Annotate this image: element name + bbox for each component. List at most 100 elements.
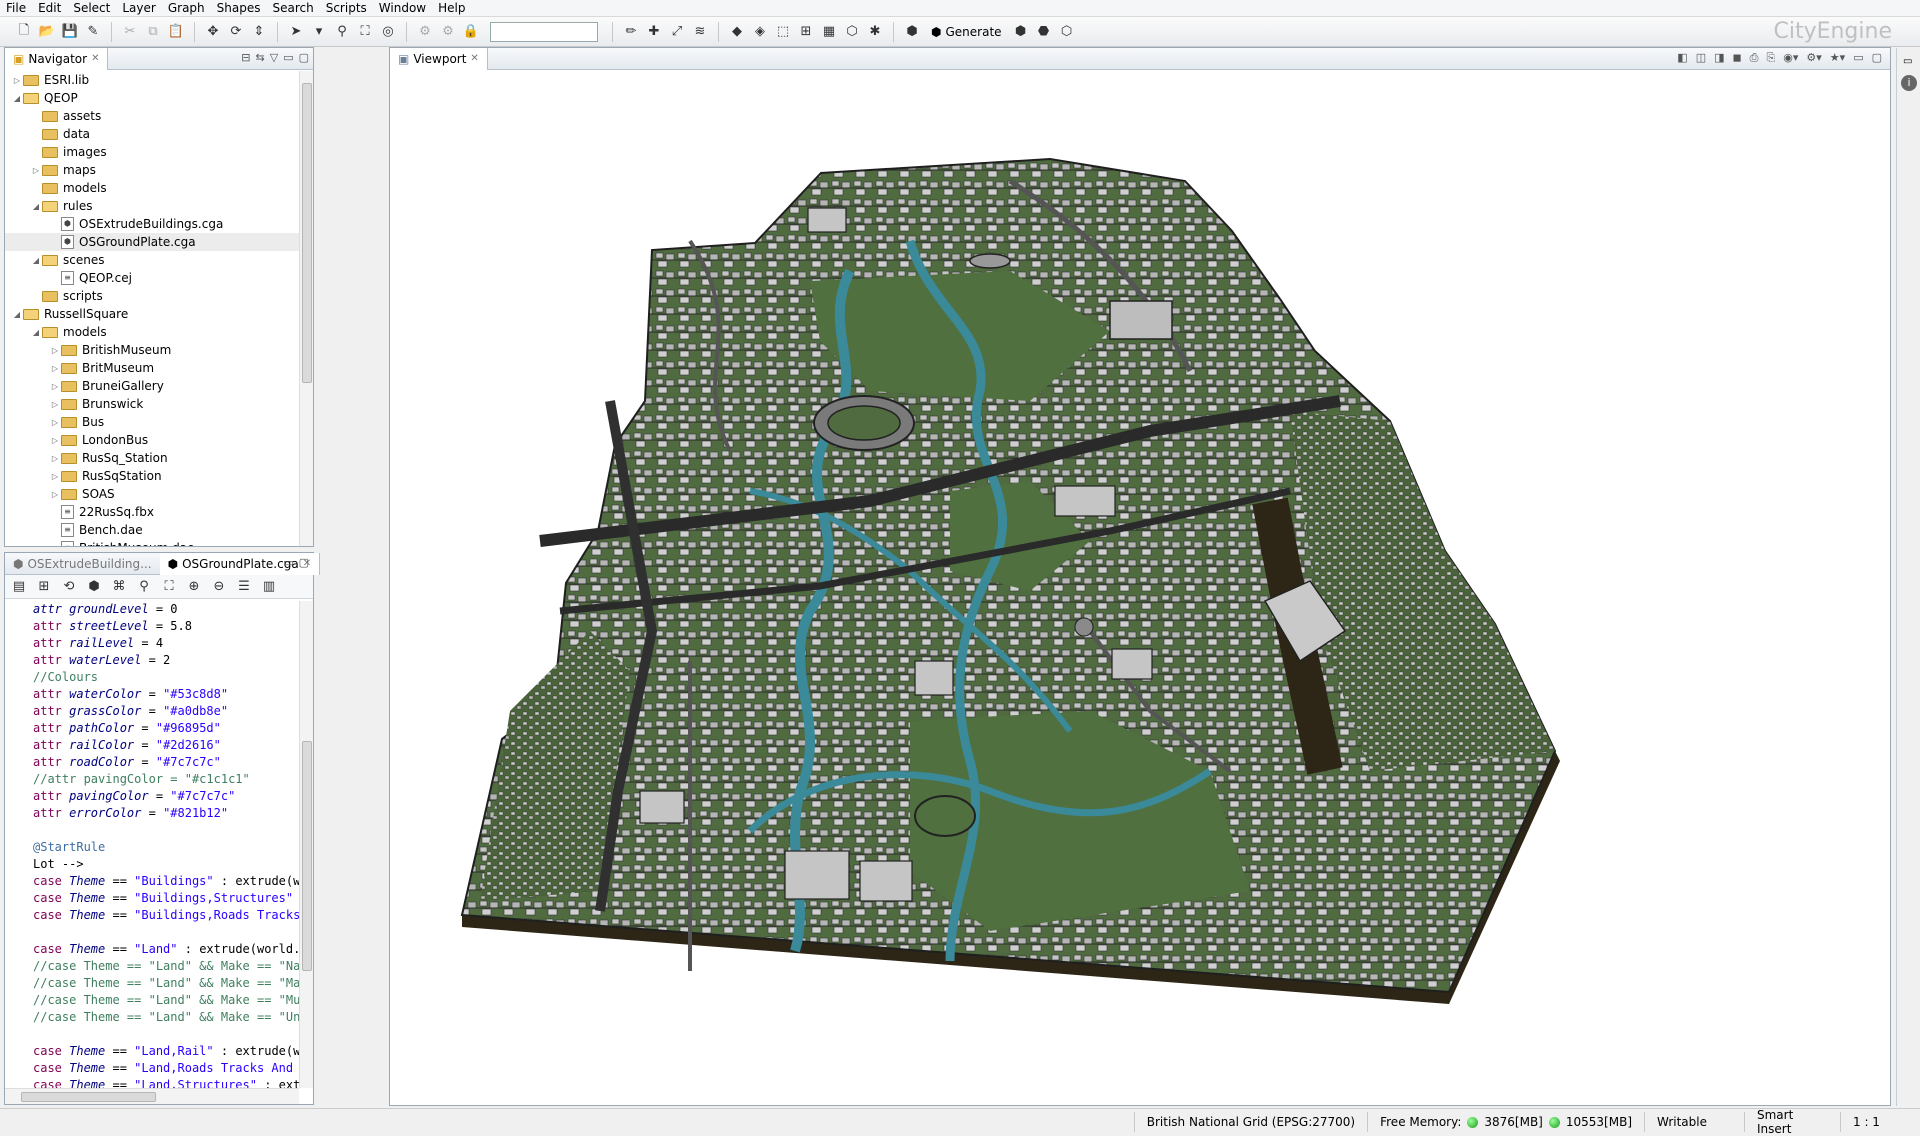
- zoom-in-icon[interactable]: ⊕: [184, 577, 204, 597]
- tree-item[interactable]: ▷ Bus: [5, 413, 299, 431]
- scale-icon[interactable]: ⇕: [249, 22, 269, 42]
- tree-item[interactable]: ▷ BruneiGallery: [5, 377, 299, 395]
- target-icon[interactable]: ◎: [378, 22, 398, 42]
- camera-icon[interactable]: ⎙: [1750, 51, 1759, 65]
- collapsed-arrow-icon[interactable]: ▷: [49, 418, 61, 427]
- tree-item[interactable]: ≡ 22RusSq.fbx: [5, 503, 299, 521]
- maximize-icon[interactable]: ▢: [299, 51, 309, 64]
- tree-item[interactable]: data: [5, 125, 299, 143]
- street-add-icon[interactable]: ✚: [644, 22, 664, 42]
- model-icon[interactable]: ⬢: [902, 22, 922, 42]
- open-folder-icon[interactable]: 📂: [37, 22, 57, 42]
- minimize-icon[interactable]: ▭: [1853, 51, 1863, 65]
- textured-view-icon[interactable]: ◨: [1714, 51, 1724, 65]
- tree-item[interactable]: ▷ RusSq_Station: [5, 449, 299, 467]
- scroll-thumb[interactable]: [21, 1092, 156, 1102]
- lock-icon[interactable]: ⚙: [415, 22, 435, 42]
- cleanup-icon[interactable]: ⬣: [1034, 22, 1054, 42]
- collapse-all-icon[interactable]: ⊟: [241, 51, 250, 64]
- city-model-render[interactable]: [390, 71, 1890, 1105]
- collapsed-arrow-icon[interactable]: ▷: [49, 400, 61, 409]
- frame-icon[interactable]: ⛶: [355, 22, 375, 42]
- zoom-icon[interactable]: ⚲: [134, 577, 154, 597]
- collapsed-arrow-icon[interactable]: ▷: [49, 346, 61, 355]
- shape7-icon[interactable]: ✱: [865, 22, 885, 42]
- select-arrow-icon[interactable]: ➤: [286, 22, 306, 42]
- menu-file[interactable]: File: [0, 0, 32, 16]
- paste-icon[interactable]: 📋: [166, 22, 186, 42]
- maximize-icon[interactable]: ▢: [1872, 51, 1882, 65]
- collapsed-arrow-icon[interactable]: ▷: [49, 436, 61, 445]
- info-icon[interactable]: i: [1901, 75, 1917, 91]
- minimize-icon[interactable]: ▭: [283, 51, 293, 64]
- save-icon[interactable]: 💾: [60, 22, 80, 42]
- tree-item[interactable]: ◢ rules: [5, 197, 299, 215]
- reload-icon[interactable]: ⟲: [59, 577, 79, 597]
- tree-item[interactable]: ◢ QEOP: [5, 89, 299, 107]
- star-icon[interactable]: ★▾: [1830, 51, 1845, 65]
- tree-item[interactable]: ▷ SOAS: [5, 485, 299, 503]
- scroll-thumb[interactable]: [302, 83, 312, 383]
- menu-layer[interactable]: Layer: [116, 0, 161, 16]
- menu-graph[interactable]: Graph: [162, 0, 211, 16]
- 3d-viewport[interactable]: [390, 71, 1890, 1105]
- menu-window[interactable]: Window: [373, 0, 432, 16]
- new-file-icon[interactable]: 🗋: [14, 22, 34, 42]
- collapsed-arrow-icon[interactable]: ▷: [30, 166, 42, 175]
- cut-icon[interactable]: ✂: [120, 22, 140, 42]
- move-icon[interactable]: ✥: [203, 22, 223, 42]
- shaded-view-icon[interactable]: ◧: [1677, 51, 1687, 65]
- tree-item[interactable]: ▷ maps: [5, 161, 299, 179]
- tree-item[interactable]: ≡ BritishMuseum.dae: [5, 539, 299, 546]
- tree-item[interactable]: ▷ RusSqStation: [5, 467, 299, 485]
- shape4-icon[interactable]: ⊞: [796, 22, 816, 42]
- tree-item[interactable]: ◢ models: [5, 323, 299, 341]
- street-edit-icon[interactable]: ≋: [690, 22, 710, 42]
- shape-icon[interactable]: ◆: [727, 22, 747, 42]
- search-input[interactable]: [490, 21, 598, 42]
- expanded-arrow-icon[interactable]: ◢: [30, 328, 42, 337]
- generate-icon[interactable]: ⬢: [84, 577, 104, 597]
- tree-item[interactable]: ⬢ OSExtrudeBuildings.cga: [5, 215, 299, 233]
- tab-viewport[interactable]: ▣ Viewport ✕: [390, 47, 488, 70]
- tree-item[interactable]: images: [5, 143, 299, 161]
- tree-item[interactable]: models: [5, 179, 299, 197]
- padlock-icon[interactable]: 🔒: [461, 22, 481, 42]
- menu-scripts[interactable]: Scripts: [320, 0, 373, 16]
- shape2-icon[interactable]: ◈: [750, 22, 770, 42]
- wand-icon[interactable]: ✎: [83, 22, 103, 42]
- bookmark-icon[interactable]: ⎘: [1766, 51, 1775, 65]
- shape5-icon[interactable]: ▦: [819, 22, 839, 42]
- scroll-thumb[interactable]: [302, 741, 312, 971]
- collapsed-arrow-icon[interactable]: ▷: [49, 490, 61, 499]
- menu-help[interactable]: Help: [432, 0, 471, 16]
- tree-item[interactable]: ▷ BritishMuseum: [5, 341, 299, 359]
- tree-item[interactable]: assets: [5, 107, 299, 125]
- street-tool-icon[interactable]: ✏: [621, 22, 641, 42]
- wireframe-view-icon[interactable]: ◫: [1696, 51, 1706, 65]
- collapsed-arrow-icon[interactable]: ▷: [49, 472, 61, 481]
- tree-item[interactable]: ▷ ESRI.lib: [5, 71, 299, 89]
- tree-item[interactable]: ≡ Bench.dae: [5, 521, 299, 539]
- tree-item[interactable]: ▷ Brunswick: [5, 395, 299, 413]
- lock2-icon[interactable]: ⚙: [438, 22, 458, 42]
- copy-icon[interactable]: ⧉: [143, 22, 163, 42]
- tree-item[interactable]: ▷ LondonBus: [5, 431, 299, 449]
- tab-osextrudebuildings[interactable]: ⬢ OSExtrudeBuilding...: [5, 553, 160, 575]
- zoom-fit-icon[interactable]: ⛶: [159, 577, 179, 597]
- outline-icon[interactable]: ▥: [259, 577, 279, 597]
- close-icon[interactable]: ✕: [91, 53, 99, 64]
- collapsed-arrow-icon[interactable]: ▷: [49, 364, 61, 373]
- graph-select-icon[interactable]: ⚲: [332, 22, 352, 42]
- editor-scrollbar[interactable]: [299, 601, 313, 1088]
- expanded-arrow-icon[interactable]: ◢: [30, 256, 42, 265]
- menu-search[interactable]: Search: [266, 0, 319, 16]
- tree-item[interactable]: ◢ scenes: [5, 251, 299, 269]
- close-icon[interactable]: ✕: [470, 53, 478, 64]
- menu-select[interactable]: Select: [67, 0, 116, 16]
- list-icon[interactable]: ☰: [234, 577, 254, 597]
- settings-gear-icon[interactable]: ⚙▾: [1806, 51, 1821, 65]
- navigator-scrollbar[interactable]: [299, 71, 313, 546]
- visual-view-icon[interactable]: ⊞: [34, 577, 54, 597]
- shape6-icon[interactable]: ⬡: [842, 22, 862, 42]
